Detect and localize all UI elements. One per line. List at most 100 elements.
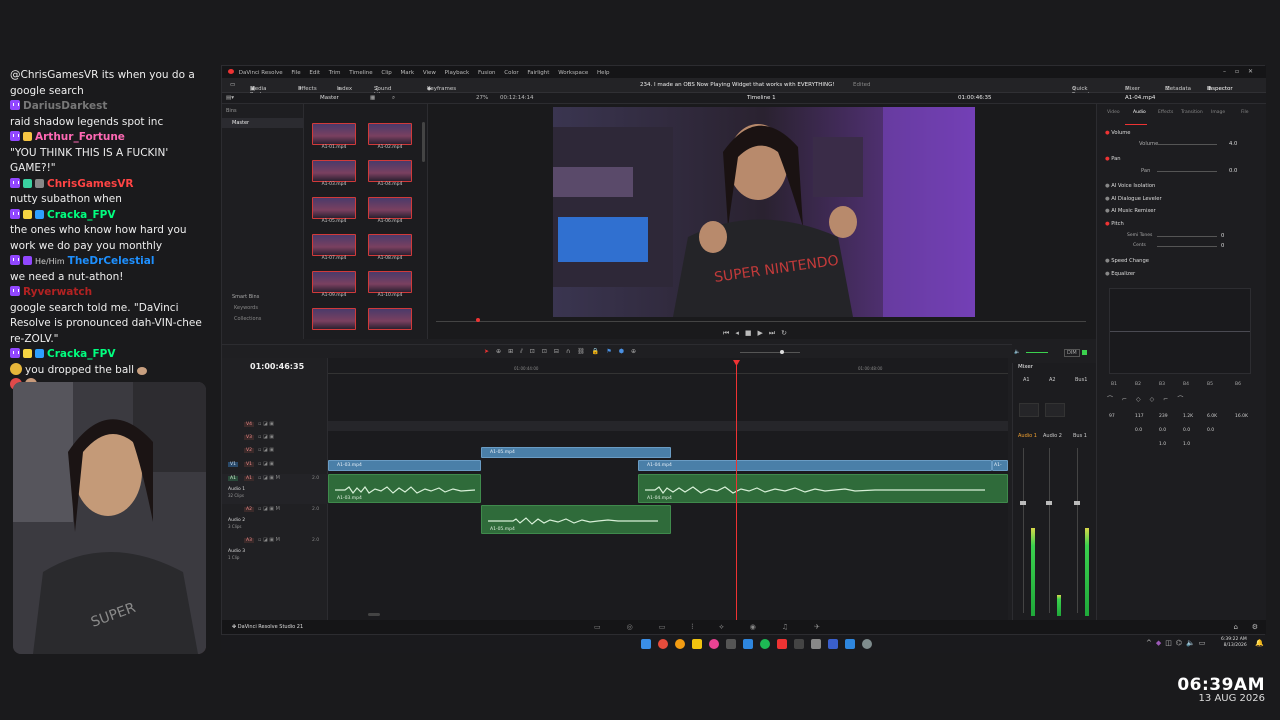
tab-transition[interactable]: Transition — [1181, 110, 1203, 115]
eq-shape-icon[interactable]: ⌒ — [1107, 396, 1122, 403]
timeline-playhead[interactable] — [736, 362, 737, 620]
track-header-v4[interactable]: V4 ▫ ◪ ▣ — [222, 421, 328, 431]
eq-band-label[interactable]: B2 — [1135, 382, 1141, 387]
smart-bin-keywords[interactable]: Keywords — [234, 305, 258, 311]
smart-bins[interactable]: Smart Bins — [232, 294, 259, 300]
mixer-strip-label[interactable]: Bus 1 — [1073, 433, 1087, 439]
media-clip[interactable] — [312, 308, 356, 335]
menu-timeline[interactable]: Timeline — [349, 70, 372, 76]
tab-effects[interactable]: Effects — [1158, 110, 1173, 115]
eq-shape-icon[interactable]: ⌐ — [1122, 396, 1136, 403]
cents-value[interactable]: 0 — [1221, 243, 1224, 249]
ai-music-remixer[interactable]: AI Music Remixer — [1111, 208, 1155, 214]
chat-username[interactable]: Cracka_FPV — [47, 209, 116, 221]
track-header-a3[interactable]: A3 ▫ ◪ ▣ M 2.0 Audio 3 1 Clip — [222, 536, 328, 566]
marker-icon[interactable]: ⬢ — [619, 348, 631, 355]
eq-gain-value[interactable]: 0.0 — [1183, 428, 1190, 433]
zoom-icon[interactable]: ⊕ — [631, 348, 643, 355]
media-clip[interactable] — [368, 308, 412, 335]
track-header-a1[interactable]: A1 A1 ▫ ◪ ▣ M 2.0 Audio 1 32 Clips — [222, 474, 328, 504]
lock-icon[interactable]: 🔒 — [592, 348, 606, 355]
media-clip[interactable]: A1-02.mp4 — [368, 123, 412, 150]
menu-app[interactable]: DaVinci Resolve — [239, 70, 283, 76]
pan-slider[interactable] — [1157, 171, 1217, 172]
mixer-insert-slot[interactable] — [1045, 403, 1065, 417]
replace-icon[interactable]: ⊟ — [554, 348, 566, 355]
source-patch-a1[interactable]: A1 — [228, 476, 238, 481]
dim-button[interactable]: DIM — [1064, 349, 1080, 357]
chat-username[interactable]: Ryverwatch — [23, 286, 92, 298]
eq-gain-value[interactable]: 0.0 — [1135, 428, 1142, 433]
maximize-icon[interactable]: ▫ — [1235, 68, 1239, 75]
eq-graph[interactable] — [1109, 288, 1251, 374]
snapping-icon[interactable]: ∩ — [566, 348, 577, 355]
media-clip[interactable]: A1-03.mp4 — [312, 160, 356, 187]
chrome-icon[interactable] — [675, 639, 685, 649]
tray-chevron-icon[interactable]: ^ — [1146, 639, 1156, 647]
audio-clip[interactable]: A1-05.mp4 — [481, 505, 671, 534]
ai-voice-isolation[interactable]: AI Voice Isolation — [1111, 183, 1155, 189]
tab-video[interactable]: Video — [1107, 110, 1120, 115]
pool-scrollbar[interactable] — [422, 122, 425, 162]
timeline-scrollbar[interactable] — [368, 613, 380, 616]
menu-color[interactable]: Color — [504, 70, 518, 76]
menu-playback[interactable]: Playback — [445, 70, 470, 76]
stop-icon[interactable]: ■ — [745, 329, 758, 337]
dynamic-trim-icon[interactable]: ⊞ — [508, 348, 520, 355]
track-header-a2[interactable]: A2 ▫ ◪ ▣ M 2.0 Audio 2 3 Clips — [222, 505, 328, 535]
tray-app-icon[interactable]: ◫ — [1165, 639, 1176, 647]
pan-section[interactable]: Pan — [1111, 156, 1120, 162]
eq-band-label[interactable]: B4 — [1183, 382, 1189, 387]
menu-fairlight[interactable]: Fairlight — [527, 70, 549, 76]
timeline-zoom-slider[interactable] — [740, 352, 800, 353]
source-patch-v1[interactable]: V1 — [228, 462, 238, 467]
video-clip[interactable]: A1- — [992, 460, 1008, 471]
select-tool-icon[interactable]: ➤ — [484, 348, 496, 355]
smart-bin-collections[interactable]: Collections — [234, 316, 261, 322]
media-clip[interactable]: A1-07.mp4 — [312, 234, 356, 261]
eq-shape-icon[interactable]: ⌐ — [1163, 396, 1177, 403]
volume-value[interactable]: 4.0 — [1229, 141, 1237, 147]
ai-dialogue-leveler[interactable]: AI Dialogue Leveler — [1111, 196, 1161, 202]
page-edit-active-icon[interactable]: ⫶ — [691, 623, 719, 631]
zoom-slider-handle-icon[interactable] — [780, 350, 784, 354]
viewer-playhead-icon[interactable] — [476, 318, 480, 322]
chat-username[interactable]: DariusDarkest — [23, 100, 107, 112]
monitor-volume-slider[interactable] — [1026, 352, 1048, 353]
eq-gain-value[interactable]: 0.0 — [1207, 428, 1214, 433]
page-cut-icon[interactable]: ◎ — [627, 623, 659, 631]
speed-change-section[interactable]: Speed Change — [1111, 258, 1149, 264]
track-controls-icon[interactable]: ▫ ◪ ▣ — [258, 421, 274, 427]
track-controls-icon[interactable]: ▫ ◪ ▣ — [258, 461, 274, 467]
browser-icon[interactable] — [658, 639, 668, 649]
app-icon[interactable] — [777, 639, 787, 649]
page-fairlight-icon[interactable]: ♫ — [782, 623, 814, 631]
mixer-fader[interactable] — [1046, 501, 1052, 505]
media-clip[interactable]: A1-01.mp4 — [312, 123, 356, 150]
mixer-strip-label[interactable]: Audio 2 — [1043, 433, 1062, 439]
panel-toggle-icon[interactable]: ▭ — [230, 82, 235, 88]
loop-icon[interactable]: ↻ — [781, 329, 793, 337]
minimize-icon[interactable]: – — [1223, 68, 1226, 75]
volume-section[interactable]: Volume — [1111, 130, 1130, 136]
eq-shape-icon[interactable]: ⌒ — [1177, 396, 1192, 403]
menu-help[interactable]: Help — [597, 70, 610, 76]
chat-username[interactable]: ChrisGamesVR — [47, 178, 133, 190]
semi-tones-value[interactable]: 0 — [1221, 233, 1224, 239]
search-icon[interactable]: ⌕ — [392, 95, 395, 102]
audio-clip[interactable]: A1-04.mp4 — [638, 474, 1008, 503]
trim-tool-icon[interactable]: ⊕ — [496, 348, 508, 355]
viewer-zoom[interactable]: 27% — [476, 95, 488, 101]
video-clip[interactable]: A1-03.mp4 — [328, 460, 481, 471]
tab-file[interactable]: File — [1241, 110, 1249, 115]
grid-view-icon[interactable]: ▦ — [370, 95, 375, 101]
track-header-v1[interactable]: V1 V1 ▫ ◪ ▣ — [222, 460, 328, 472]
chat-username[interactable]: TheDrCelestial — [68, 255, 155, 267]
insert-icon[interactable]: ⊡ — [530, 348, 542, 355]
track-header-v3[interactable]: V3 ▫ ◪ ▣ — [222, 434, 328, 444]
menu-edit[interactable]: Edit — [309, 70, 320, 76]
volume-slider[interactable] — [1157, 144, 1217, 145]
link-icon[interactable]: ⛓ — [577, 348, 592, 355]
eq-freq-value[interactable]: 97 — [1109, 414, 1115, 419]
audio-clip[interactable]: A1-03.mp4 — [328, 474, 481, 503]
